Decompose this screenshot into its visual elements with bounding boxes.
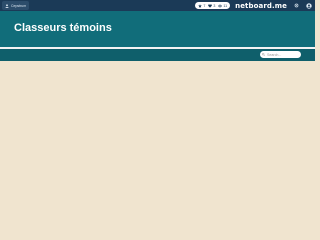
search-box[interactable] xyxy=(260,51,301,58)
view-count: 11 xyxy=(223,3,228,8)
stat-stars: 7 xyxy=(198,4,205,8)
page-header: Classeurs témoins xyxy=(0,11,315,47)
stat-views: 11 xyxy=(218,4,227,8)
stats-pill[interactable]: 7 3 11 xyxy=(195,2,231,9)
heart-count: 3 xyxy=(213,3,216,8)
star-icon xyxy=(198,3,203,8)
brand-logo[interactable]: netboard.me xyxy=(235,2,287,10)
gear-icon xyxy=(294,3,299,8)
user-name: Cepstrum xyxy=(11,3,27,8)
stat-hearts: 3 xyxy=(208,4,215,8)
account-button[interactable] xyxy=(305,2,313,10)
heart-icon xyxy=(208,3,213,8)
settings-button[interactable] xyxy=(292,2,300,10)
user-menu-button[interactable]: Cepstrum xyxy=(2,1,30,10)
user-icon xyxy=(5,3,9,8)
avatar-icon xyxy=(306,2,312,9)
search-input[interactable] xyxy=(267,51,300,58)
top-bar: Cepstrum 7 3 11 netboard.me xyxy=(0,0,315,11)
search-icon xyxy=(262,53,265,56)
star-count: 7 xyxy=(203,3,206,8)
eye-icon xyxy=(218,4,223,8)
board-canvas[interactable] xyxy=(0,61,315,210)
page-title: Classeurs témoins xyxy=(14,22,112,34)
